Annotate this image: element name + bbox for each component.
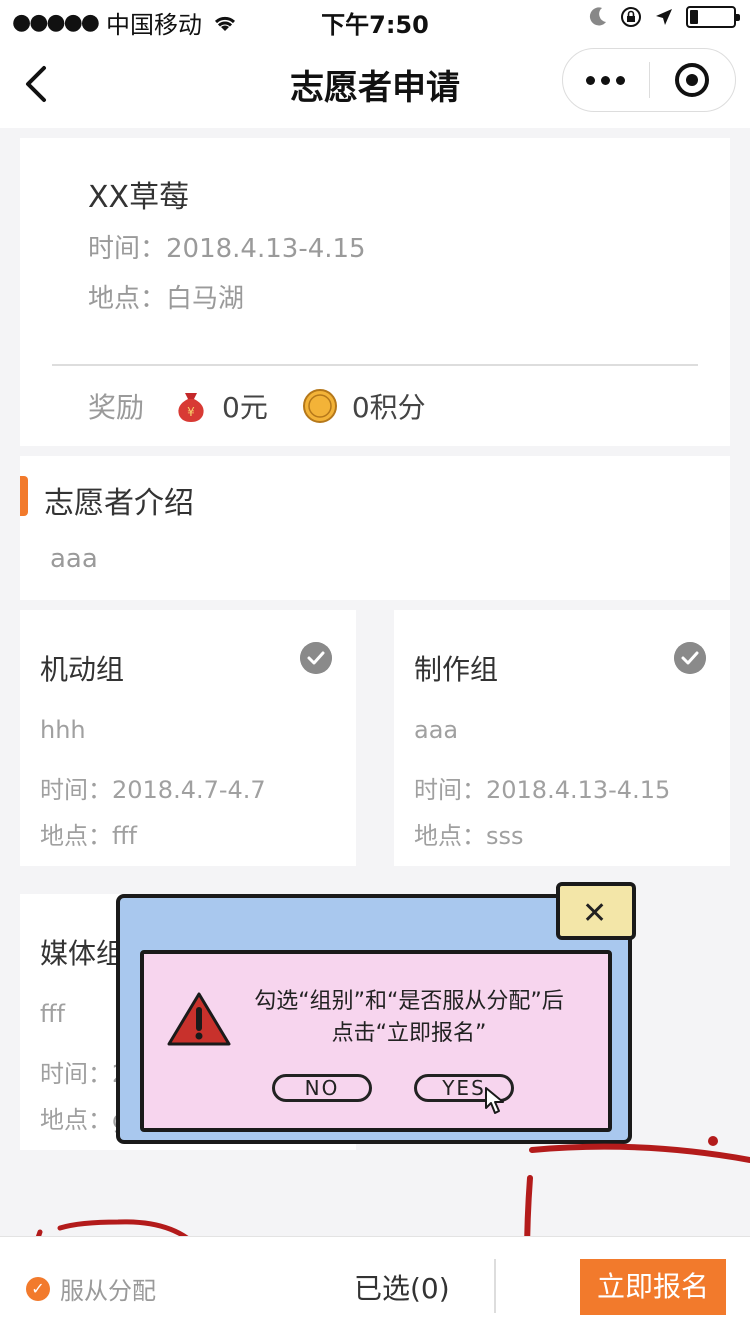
bottom-divider	[494, 1259, 496, 1313]
more-dot	[616, 75, 626, 85]
section-accent-bar	[20, 476, 28, 516]
check-circle-icon: ✓	[26, 1276, 50, 1301]
group-card-production[interactable]: 制作组 aaa 时间：2018.4.13-4.15 地点：sss	[394, 610, 730, 866]
group-desc: hhh	[40, 716, 86, 744]
group-time: 时间：2018.4.7-4.7	[40, 776, 266, 804]
hint-popup-illustration: ✕ 勾选“组别”和“是否服从分配”后 点击“立即报名” NO YES	[110, 880, 640, 1152]
svg-text:¥: ¥	[187, 405, 195, 419]
reward-points: 0积分	[351, 391, 426, 424]
target-dot	[686, 74, 699, 86]
group-place: 地点：sss	[414, 822, 524, 850]
divider	[52, 364, 698, 366]
event-name: XX草莓	[88, 180, 190, 215]
check-circle-icon[interactable]	[674, 642, 706, 674]
group-desc: aaa	[414, 716, 459, 744]
popup-message-line: 点击“立即报名”	[331, 1021, 487, 1046]
event-info-card: XX草莓 时间：2018.4.13-4.15 地点：白马湖 奖励 ¥ 0元 0积…	[20, 138, 730, 446]
volunteer-intro-card: 志愿者介绍 aaa	[20, 456, 730, 600]
location-arrow-icon	[656, 9, 672, 25]
popup-no-button: NO	[272, 1074, 372, 1102]
check-circle-icon[interactable]	[300, 642, 332, 674]
close-icon: ✕	[582, 896, 608, 931]
rotation-lock-icon	[621, 7, 641, 27]
points-coin-icon	[302, 389, 337, 423]
group-time: 时间：2018.4.13-4.15	[414, 776, 671, 804]
intro-title: 志愿者介绍	[44, 486, 194, 521]
obey-label: 服从分配	[60, 1277, 156, 1305]
target-circle-icon	[675, 63, 710, 97]
popup-message-line: 勾选“组别”和“是否服从分配”后	[254, 989, 564, 1014]
battery-icon	[686, 6, 740, 28]
mini-program-capsule	[562, 48, 736, 112]
obey-assignment-checkbox[interactable]: ✓ 服从分配	[26, 1271, 156, 1306]
battery-level	[690, 10, 698, 24]
hand-cursor-icon	[485, 1087, 504, 1114]
warning-icon	[167, 992, 231, 1046]
intro-text: aaa	[50, 544, 98, 574]
status-bar: ●●●●● 中国移动 下午7:50	[0, 0, 750, 40]
group-name: 制作组	[414, 653, 499, 686]
popup-message: 勾选“组别”和“是否服从分配”后 点击“立即报名”	[244, 986, 574, 1050]
event-time: 时间：2018.4.13-4.15	[88, 234, 366, 264]
group-place: 地点：fff	[40, 822, 137, 850]
popup-body: 勾选“组别”和“是否服从分配”后 点击“立即报名” NO YES	[140, 950, 612, 1132]
more-menu-button[interactable]	[563, 49, 649, 111]
bottom-action-bar: ✓ 服从分配 已选(0) 立即报名	[0, 1236, 750, 1334]
selected-count: 已选(0)	[354, 1272, 450, 1305]
apply-now-button[interactable]: 立即报名	[580, 1259, 726, 1315]
group-name: 机动组	[40, 653, 125, 686]
reward-money: 0元	[222, 391, 268, 424]
more-dot	[601, 75, 611, 85]
reward-label: 奖励	[88, 391, 145, 424]
more-dots-icon	[586, 75, 596, 85]
reward-row: 奖励 ¥ 0元 0积分	[88, 386, 426, 426]
nav-bar: 志愿者申请	[0, 40, 750, 128]
group-card-mobile[interactable]: 机动组 hhh 时间：2018.4.7-4.7 地点：fff	[20, 610, 356, 866]
group-desc: fff	[40, 1000, 65, 1028]
moon-icon	[589, 7, 606, 26]
event-place: 地点：白马湖	[88, 284, 245, 314]
money-bag-icon: ¥	[178, 393, 204, 422]
popup-close-button: ✕	[556, 882, 636, 940]
close-mini-program-button[interactable]	[650, 49, 736, 111]
